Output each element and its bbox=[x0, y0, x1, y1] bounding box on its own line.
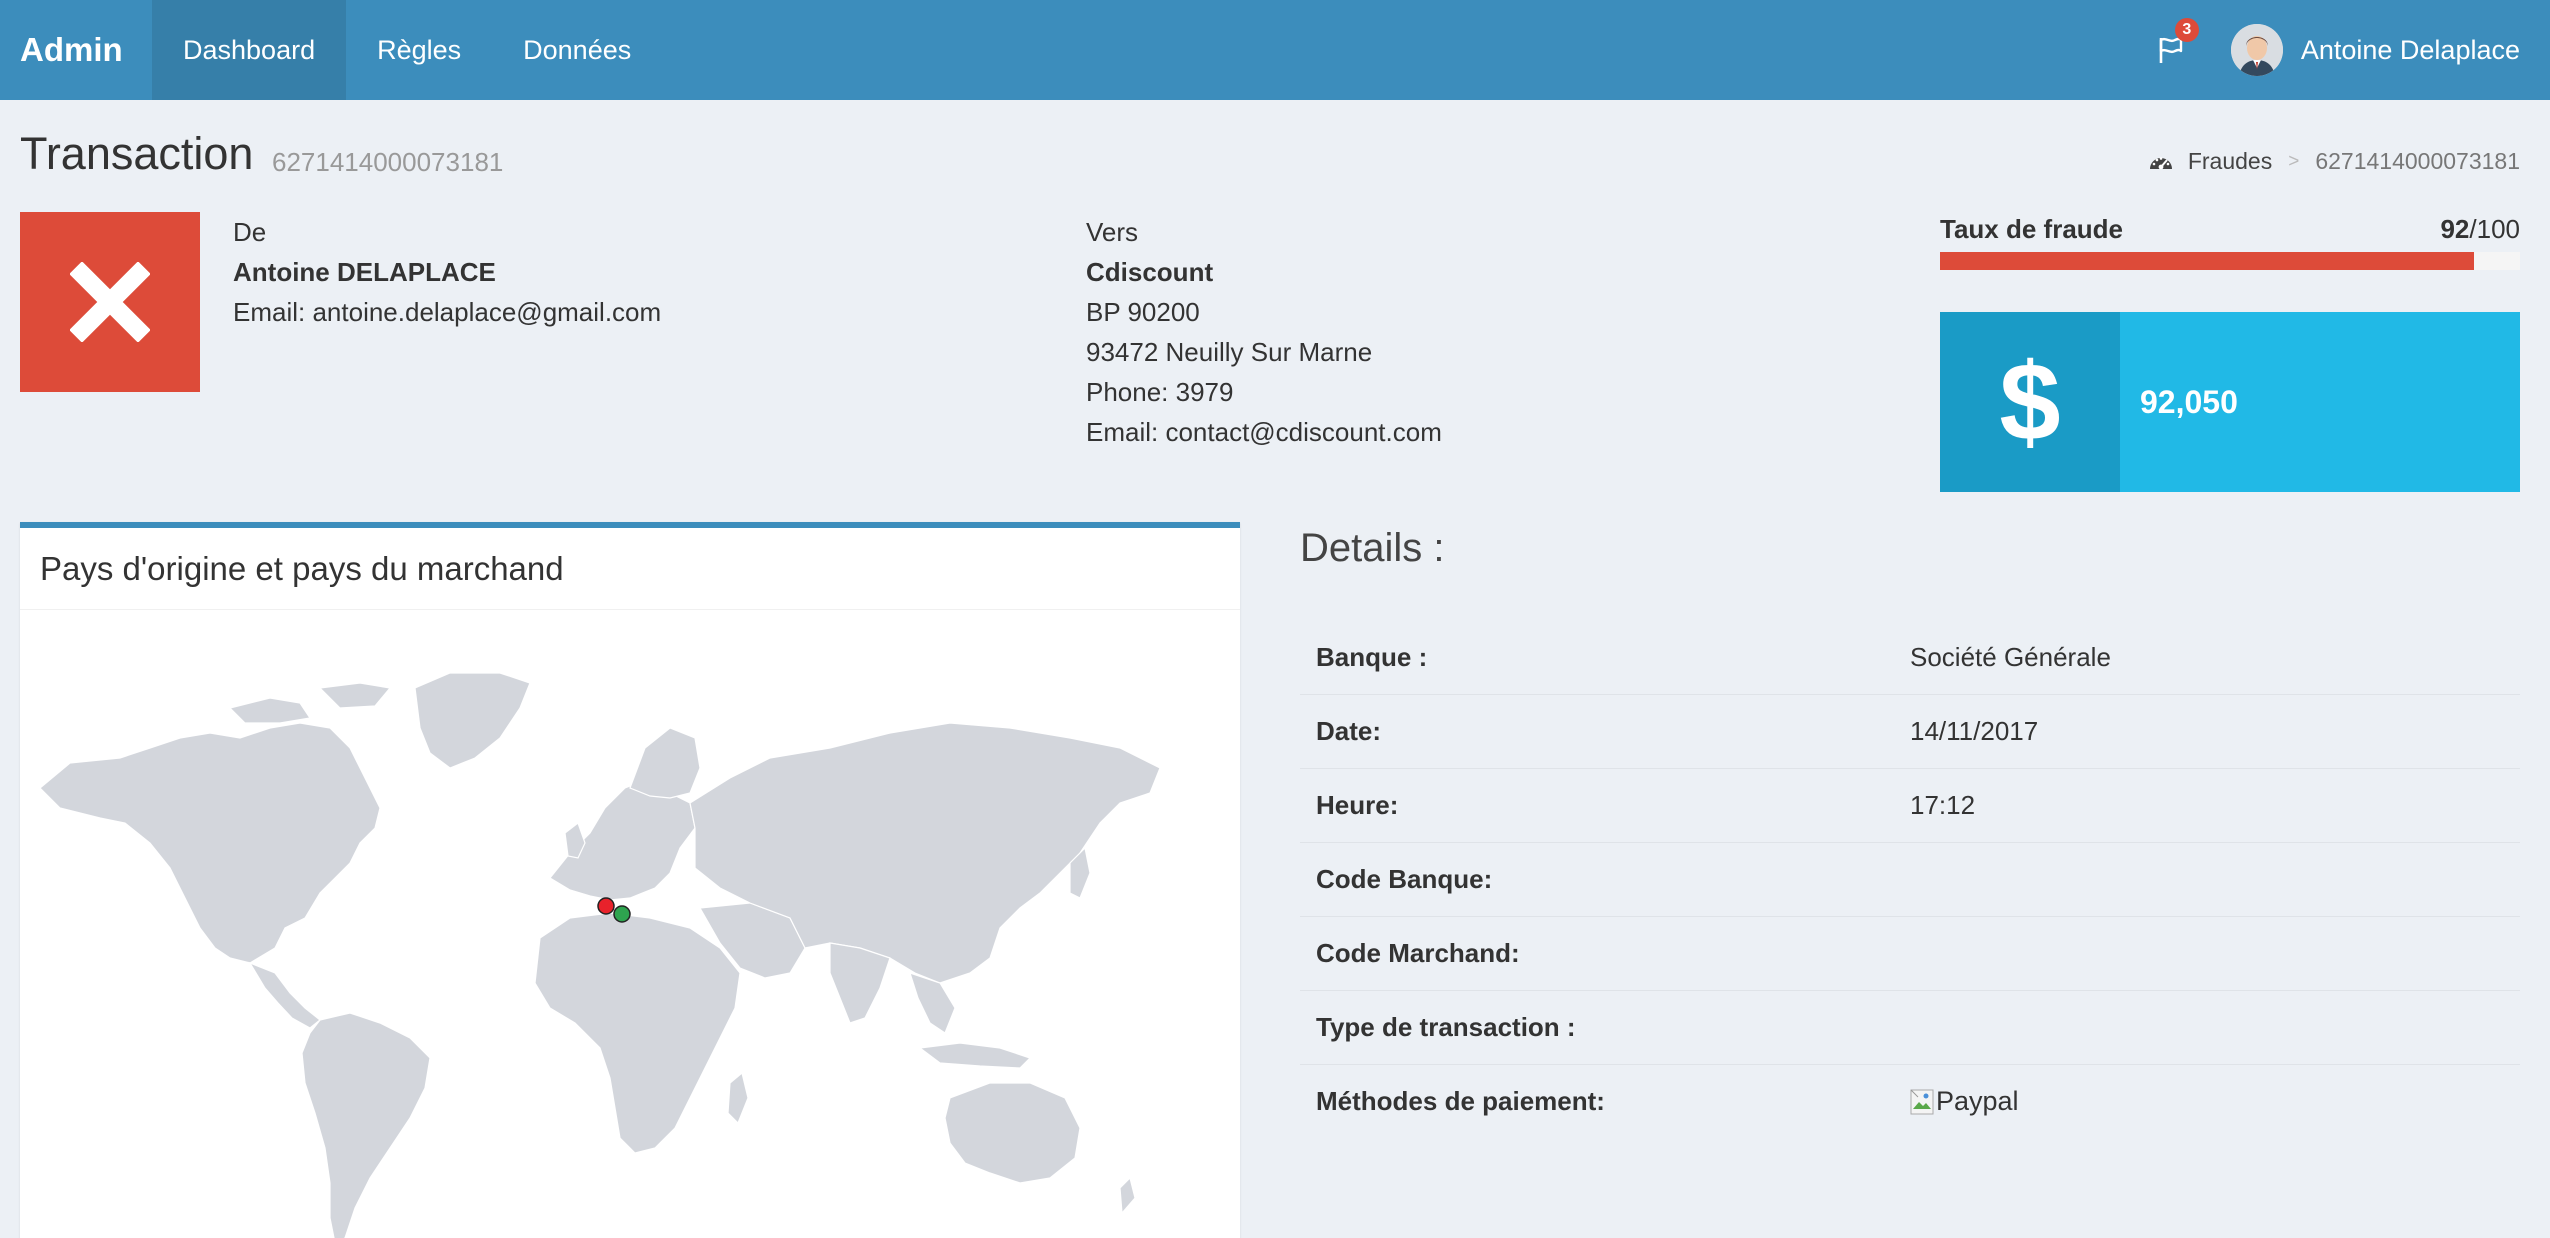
details-value: Société Générale bbox=[1910, 641, 2111, 672]
fraud-rate-score: 92/100 bbox=[2440, 214, 2520, 245]
map-panel-title: Pays d'origine et pays du marchand bbox=[20, 528, 1240, 610]
details-row-merchant-code: Code Marchand: bbox=[1300, 916, 2520, 990]
page-title: Transaction bbox=[20, 128, 254, 179]
notification-badge: 3 bbox=[2174, 18, 2199, 42]
nav-dashboard[interactable]: Dashboard bbox=[152, 0, 347, 100]
details-table: Banque : Société Générale Date: 14/11/20… bbox=[1300, 620, 2520, 1138]
details-row-transaction-type: Type de transaction : bbox=[1300, 990, 2520, 1064]
details-row-date: Date: 14/11/2017 bbox=[1300, 694, 2520, 768]
details-label: Heure: bbox=[1316, 790, 1399, 820]
breadcrumb-separator: > bbox=[2288, 150, 2300, 172]
user-name[interactable]: Antoine Delaplace bbox=[2301, 35, 2520, 66]
details-label: Méthodes de paiement: bbox=[1316, 1086, 1605, 1116]
amount-box: $ 92,050 bbox=[1940, 312, 2520, 492]
merchant-address1: BP 90200 bbox=[1086, 297, 1200, 327]
details-label: Code Banque: bbox=[1316, 864, 1493, 894]
dashboard-icon bbox=[2149, 156, 2172, 169]
navbar-right: 3 Antoine Delaplace bbox=[2141, 0, 2550, 100]
origin-marker[interactable] bbox=[597, 897, 615, 915]
avatar[interactable] bbox=[2230, 24, 2283, 76]
details-value: 17:12 bbox=[1910, 790, 1976, 820]
fraud-progress-fill bbox=[1940, 252, 2474, 270]
merchant-phone: Phone: 3979 bbox=[1086, 377, 1234, 407]
sender-name: Antoine DELAPLACE bbox=[233, 257, 496, 287]
map-panel: Pays d'origine et pays du marchand bbox=[20, 522, 1240, 1238]
details-row-bank-code: Code Banque: bbox=[1300, 842, 2520, 916]
details-row-bank: Banque : Société Générale bbox=[1300, 620, 2520, 694]
transaction-id: 6271414000073181 bbox=[272, 147, 504, 177]
close-icon bbox=[70, 262, 150, 342]
merchant-marker[interactable] bbox=[613, 905, 631, 923]
details-label: Code Marchand: bbox=[1316, 938, 1520, 968]
nav-regles[interactable]: Règles bbox=[346, 0, 492, 100]
payment-method-image: Paypal bbox=[1910, 1086, 2019, 1117]
nav-donnees[interactable]: Données bbox=[492, 0, 662, 100]
merchant-email: Email: contact@cdiscount.com bbox=[1086, 417, 1442, 447]
dollar-icon: $ bbox=[1940, 312, 2120, 492]
brand-logo[interactable]: Admin bbox=[0, 31, 152, 69]
sender-email: Email: antoine.delaplace@gmail.com bbox=[233, 297, 662, 327]
details-row-time: Heure: 17:12 bbox=[1300, 768, 2520, 842]
merchant-label: Vers bbox=[1086, 217, 1139, 247]
fraud-score-value: 92 bbox=[2440, 214, 2470, 244]
details-label: Type de transaction : bbox=[1316, 1012, 1576, 1042]
world-map[interactable] bbox=[30, 628, 1190, 1238]
payment-method-alt: Paypal bbox=[1936, 1086, 2019, 1116]
details-label: Date: bbox=[1316, 716, 1382, 746]
top-navbar: Admin Dashboard Règles Données 3 Antoine… bbox=[0, 0, 2550, 100]
broken-image-icon bbox=[1910, 1089, 1934, 1114]
merchant-name: Cdiscount bbox=[1086, 257, 1214, 287]
details-label: Banque : bbox=[1316, 641, 1428, 672]
notifications-button[interactable]: 3 bbox=[2141, 0, 2201, 100]
details-row-payment-method: Méthodes de paiement: Paypal bbox=[1300, 1064, 2520, 1138]
sender-info: De Antoine DELAPLACE Email: antoine.dela… bbox=[233, 212, 661, 332]
fraud-rate-label: Taux de fraude bbox=[1940, 214, 2124, 244]
details-title: Details : bbox=[1300, 526, 1445, 570]
details-value: 14/11/2017 bbox=[1910, 716, 2039, 746]
sender-label: De bbox=[233, 217, 267, 247]
breadcrumb-fraudes[interactable]: Fraudes bbox=[2188, 148, 2272, 175]
merchant-info: Vers Cdiscount BP 90200 93472 Neuilly Su… bbox=[1086, 212, 1442, 452]
breadcrumb-current: 6271414000073181 bbox=[2315, 148, 2520, 174]
breadcrumb: Fraudes > 6271414000073181 bbox=[2148, 148, 2520, 175]
fraud-progress-bar bbox=[1940, 252, 2520, 270]
fraud-score-max: /100 bbox=[2469, 214, 2520, 244]
fraud-status-box bbox=[20, 212, 200, 392]
merchant-address2: 93472 Neuilly Sur Marne bbox=[1086, 337, 1373, 367]
amount-value: 92,050 bbox=[2140, 383, 2238, 420]
